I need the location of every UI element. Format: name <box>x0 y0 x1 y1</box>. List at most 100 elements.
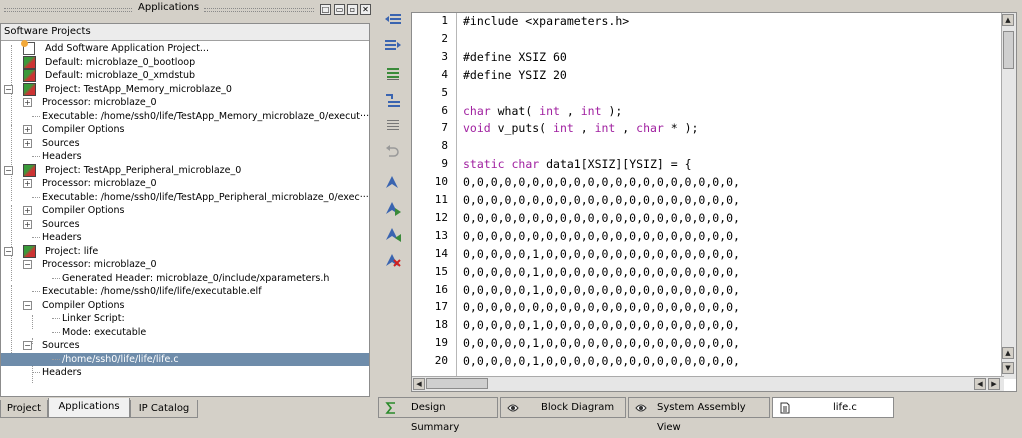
tree-item-label: Sources <box>42 218 80 230</box>
eye-icon <box>507 404 519 412</box>
tree-item[interactable]: Executable: /home/ssh0/life/TestApp_Peri… <box>1 191 369 204</box>
tree-connector <box>52 331 60 333</box>
code-line[interactable]: char what( int , int ); <box>463 104 622 118</box>
tab-system-assembly-view[interactable]: System Assembly View <box>628 397 770 433</box>
tree-item-label: Processor: microblaze_0 <box>42 259 157 270</box>
tree-item[interactable]: Executable: /home/ssh0/life/TestApp_Memo… <box>1 110 369 123</box>
scroll-right-arrow-icon[interactable]: ▶ <box>988 378 1000 390</box>
tree-item[interactable]: − Project: TestApp_Memory_microblaze_0 <box>1 82 369 96</box>
code-line[interactable]: 0,0,0,0,0,1,0,0,0,0,0,0,0,0,0,0,0,0,0,0, <box>463 318 740 332</box>
collapse-icon[interactable]: − <box>23 300 32 310</box>
code-line[interactable]: void v_puts( int , int , char * ); <box>463 121 698 135</box>
code-line[interactable]: static char data1[XSIZ][YSIZ] = { <box>463 157 692 171</box>
collapse-icon[interactable]: − <box>23 341 32 350</box>
tree-item[interactable]: Default: microblaze_0_bootloop <box>1 55 369 69</box>
scroll-up-arrow-icon[interactable]: ▲ <box>1002 14 1014 26</box>
tab-design-summary[interactable]: Design Summary <box>378 397 498 433</box>
horizontal-scrollbar[interactable]: ◀ ◀ ▶ <box>412 376 1004 391</box>
comment-icon[interactable] <box>384 66 402 82</box>
tree-item[interactable]: + Sources <box>1 218 369 231</box>
tree-item[interactable]: Executable: /home/ssh0/life/life/executa… <box>1 285 369 298</box>
tab-project[interactable]: Project <box>0 400 48 418</box>
code-line[interactable]: 0,0,0,0,0,1,0,0,0,0,0,0,0,0,0,0,0,0,0,0, <box>463 336 740 350</box>
float-panel-button[interactable]: □ <box>320 4 331 15</box>
shift-left-icon[interactable] <box>384 12 402 28</box>
expand-icon[interactable]: + <box>23 98 32 107</box>
tree-item[interactable]: − Project: life <box>1 244 369 258</box>
tree-item[interactable]: − Processor: microblaze_0 <box>1 258 369 271</box>
expand-icon[interactable]: + <box>23 138 32 148</box>
uncomment-icon[interactable] <box>384 92 402 108</box>
code-line[interactable]: 0,0,0,0,0,1,0,0,0,0,0,0,0,0,0,0,0,0,0,0, <box>463 354 740 368</box>
vertical-scrollbar[interactable]: ▲ ▲ ▼ <box>1001 13 1016 379</box>
code-line[interactable]: 0,0,0,0,0,1,0,0,0,0,0,0,0,0,0,0,0,0,0,0, <box>463 265 740 279</box>
code-line[interactable]: 0,0,0,0,0,0,0,0,0,0,0,0,0,0,0,0,0,0,0,0, <box>463 229 740 243</box>
scroll-down-arrow-icon[interactable]: ▼ <box>1002 362 1014 374</box>
code-line[interactable]: #define YSIZ 20 <box>463 68 567 82</box>
tree-item[interactable]: + Compiler Options <box>1 123 369 136</box>
next-bookmark-icon[interactable] <box>384 200 402 216</box>
tree-item[interactable]: − Sources <box>1 339 369 352</box>
eye-icon <box>635 404 647 412</box>
tree-item-label: Project: life <box>45 245 99 257</box>
tab-ip-catalog[interactable]: IP Catalog <box>130 400 198 418</box>
tree-item[interactable]: − Project: TestApp_Peripheral_microblaze_… <box>1 163 369 177</box>
collapse-icon[interactable]: − <box>23 260 32 269</box>
collapse-icon[interactable]: − <box>4 165 13 175</box>
bram-project-icon <box>23 55 36 69</box>
code-line[interactable]: 0,0,0,0,0,0,0,0,0,0,0,0,0,0,0,0,0,0,0,0, <box>463 193 740 207</box>
tree-item[interactable]: − Compiler Options <box>1 299 369 312</box>
tree-item[interactable]: + Processor: microblaze_0 <box>1 177 369 190</box>
code-line[interactable]: #define XSIZ 60 <box>463 50 567 64</box>
tree-item-label: Headers <box>42 232 82 243</box>
tree-item[interactable]: Linker Script: <box>1 312 369 325</box>
expand-icon[interactable]: + <box>23 125 32 134</box>
tree-item[interactable]: Headers <box>1 231 369 244</box>
tree-item-label: Default: microblaze_0_bootloop <box>45 56 196 68</box>
expand-icon[interactable]: + <box>23 206 32 215</box>
tree-item-label: Generated Header: microblaze_0/include/x… <box>62 272 330 284</box>
set-bookmark-icon[interactable] <box>384 174 402 190</box>
expand-icon[interactable]: + <box>23 219 32 229</box>
tree-item[interactable]: + Sources <box>1 137 369 150</box>
tree-item-label: Executable: /home/ssh0/life/TestApp_Memo… <box>42 110 370 122</box>
collapse-icon[interactable]: − <box>4 246 13 256</box>
tab-life-c[interactable]: life.c <box>772 397 894 418</box>
horizontal-scroll-thumb[interactable] <box>426 378 488 389</box>
code-line[interactable]: 0,0,0,0,0,0,0,0,0,0,0,0,0,0,0,0,0,0,0,0, <box>463 175 740 189</box>
tree-item-selected[interactable]: /home/ssh0/life/life/life.c <box>1 352 369 366</box>
code-editor[interactable]: 1 2 3 4 5 6 7 8 9 10 11 12 13 14 15 16 17 18 19 20 #include… <box>411 12 1017 392</box>
tree-item[interactable]: Headers <box>1 150 369 163</box>
tree-item[interactable]: Generated Header: microblaze_0/include/x… <box>1 272 369 285</box>
tree-item[interactable]: Default: microblaze_0_xmdstub <box>1 69 369 82</box>
vertical-scroll-thumb[interactable] <box>1003 31 1014 69</box>
code-line[interactable]: 0,0,0,0,0,1,0,0,0,0,0,0,0,0,0,0,0,0,0,0, <box>463 247 740 261</box>
tree-item[interactable]: Headers <box>1 366 369 379</box>
previous-bookmark-icon[interactable] <box>384 226 402 242</box>
shift-right-icon[interactable] <box>384 38 402 54</box>
tree-item[interactable]: + Compiler Options <box>1 204 369 217</box>
code-line[interactable]: 0,0,0,0,0,0,0,0,0,0,0,0,0,0,0,0,0,0,0,0, <box>463 211 740 225</box>
code-line[interactable]: #include <xparameters.h> <box>463 14 629 28</box>
expand-icon[interactable]: + <box>23 179 32 188</box>
tree-connector <box>32 237 40 238</box>
scroll-left-arrow-icon[interactable]: ◀ <box>974 378 986 390</box>
tree-connector <box>52 318 60 319</box>
format-icon[interactable] <box>384 118 402 134</box>
tree-item[interactable]: + Processor: microblaze_0 <box>1 96 369 109</box>
tab-applications[interactable]: Applications <box>48 398 130 418</box>
undo-icon[interactable] <box>384 144 402 160</box>
minimize-panel-button[interactable]: ▭ <box>334 4 345 15</box>
clear-bookmarks-icon[interactable] <box>384 252 402 268</box>
scroll-left-arrow-icon[interactable]: ◀ <box>413 378 425 390</box>
bram-project-icon <box>23 69 36 82</box>
maximize-panel-button[interactable]: ▫ <box>347 4 358 15</box>
tree-item[interactable]: Add Software Application Project... <box>1 40 369 55</box>
close-panel-button[interactable]: ✕ <box>360 4 371 15</box>
code-line[interactable]: 0,0,0,0,0,1,0,0,0,0,0,0,0,0,0,0,0,0,0,0, <box>463 283 740 297</box>
tab-block-diagram[interactable]: Block Diagram <box>500 397 626 418</box>
tree-item[interactable]: Mode: executable <box>1 326 369 339</box>
collapse-icon[interactable]: − <box>4 84 13 94</box>
scroll-up-arrow-icon[interactable]: ▲ <box>1002 347 1014 359</box>
code-line[interactable]: 0,0,0,0,0,0,0,0,0,0,0,0,0,0,0,0,0,0,0,0, <box>463 300 740 314</box>
